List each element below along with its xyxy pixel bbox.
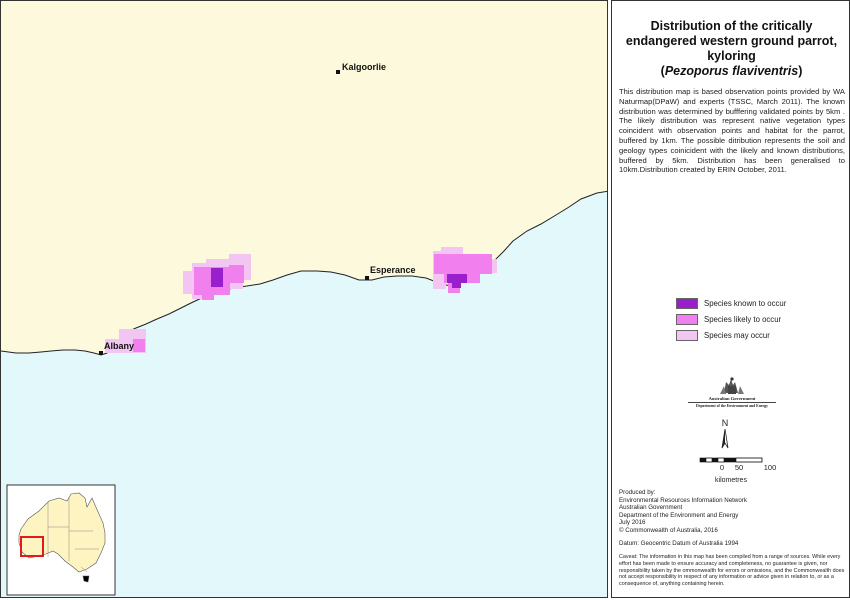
logo-divider xyxy=(688,402,776,403)
likely-occur-cell xyxy=(202,293,214,300)
map-title-line-2: endangered western ground parrot, xyxy=(625,34,838,48)
scale-segment xyxy=(705,457,713,463)
may-occur-cell xyxy=(206,259,232,267)
map-description: This distribution map is based observati… xyxy=(619,87,845,175)
scale-segment xyxy=(712,458,718,462)
produced-by-block: Produced by: Environmental Resources Inf… xyxy=(619,489,747,535)
legend-label-known: Species known to occur xyxy=(704,299,787,308)
known-occur-cell xyxy=(211,268,223,287)
coat-of-arms-icon xyxy=(720,377,744,394)
scale-segment xyxy=(717,457,725,463)
close-paren: ) xyxy=(798,64,803,78)
legend-swatch-may xyxy=(676,330,698,341)
scale-segment xyxy=(724,458,736,462)
town-marker xyxy=(99,351,103,355)
produced-line: July 2016 xyxy=(619,519,646,527)
north-label: N xyxy=(722,418,729,428)
legend-swatch-known xyxy=(676,298,698,309)
produced-line: © Commonwealth of Australia, 2016 xyxy=(619,526,718,534)
known-occur-cell xyxy=(452,282,461,288)
likely-occur-cell xyxy=(133,339,145,352)
scientific-name: Pezoporus flaviventris xyxy=(664,64,799,78)
map-title-line-3: kyloring xyxy=(707,49,756,63)
town-marker xyxy=(365,276,369,280)
map-title-scientific-name: (Pezoporus flaviventris) xyxy=(612,64,850,79)
legend-label-may: Species may occur xyxy=(704,331,770,340)
government-name: Australian Government xyxy=(708,396,756,401)
legend-item-may: Species may occur xyxy=(676,329,770,342)
datum-note: Datum: Geocentric Datum of Australia 199… xyxy=(619,540,739,547)
australian-government-logo: Australian Government Department of the … xyxy=(682,376,782,416)
scale-segment xyxy=(735,457,763,463)
scale-tick-label: 50 xyxy=(735,463,743,472)
scale-segment xyxy=(700,458,706,462)
legend-item-known: Species known to occur xyxy=(676,297,786,310)
map-title-line-1: Distribution of the critically xyxy=(650,19,813,33)
legend-swatch-likely xyxy=(676,314,698,325)
distribution-map[interactable]: Kalgoorlie Esperance Albany xyxy=(1,1,608,598)
department-name: Department of the Environment and Energy xyxy=(696,404,768,408)
inset-tasmania xyxy=(82,575,90,583)
likely-occur-cell xyxy=(229,265,244,283)
scale-bar: 0 50 100 kilometres xyxy=(699,457,777,484)
town-label-kalgoorlie: Kalgoorlie xyxy=(342,62,386,72)
produced-line: Department of the Environment and Energy xyxy=(619,511,739,519)
info-panel: Distribution of the critically endangere… xyxy=(611,0,850,598)
locator-inset-map[interactable] xyxy=(6,484,116,596)
legend-item-likely: Species likely to occur xyxy=(676,313,781,326)
produced-line: Produced by: xyxy=(619,489,656,496)
legend-label-likely: Species likely to occur xyxy=(704,315,782,324)
produced-line: Australian Government xyxy=(619,504,683,512)
map-frame[interactable]: Kalgoorlie Esperance Albany xyxy=(0,0,608,598)
north-arrow-icon: N xyxy=(721,418,729,449)
scale-unit-label: kilometres xyxy=(715,477,747,484)
town-label-albany: Albany xyxy=(104,341,134,351)
known-occur-cell xyxy=(447,274,467,283)
produced-line: Environmental Resources Information Netw… xyxy=(619,496,747,504)
scale-tick-label: 100 xyxy=(764,463,777,472)
town-label-esperance: Esperance xyxy=(370,265,416,275)
town-marker xyxy=(336,70,340,74)
caveat-note: Caveat: The information in this map has … xyxy=(619,554,845,588)
scale-tick-label: 0 xyxy=(720,463,724,472)
